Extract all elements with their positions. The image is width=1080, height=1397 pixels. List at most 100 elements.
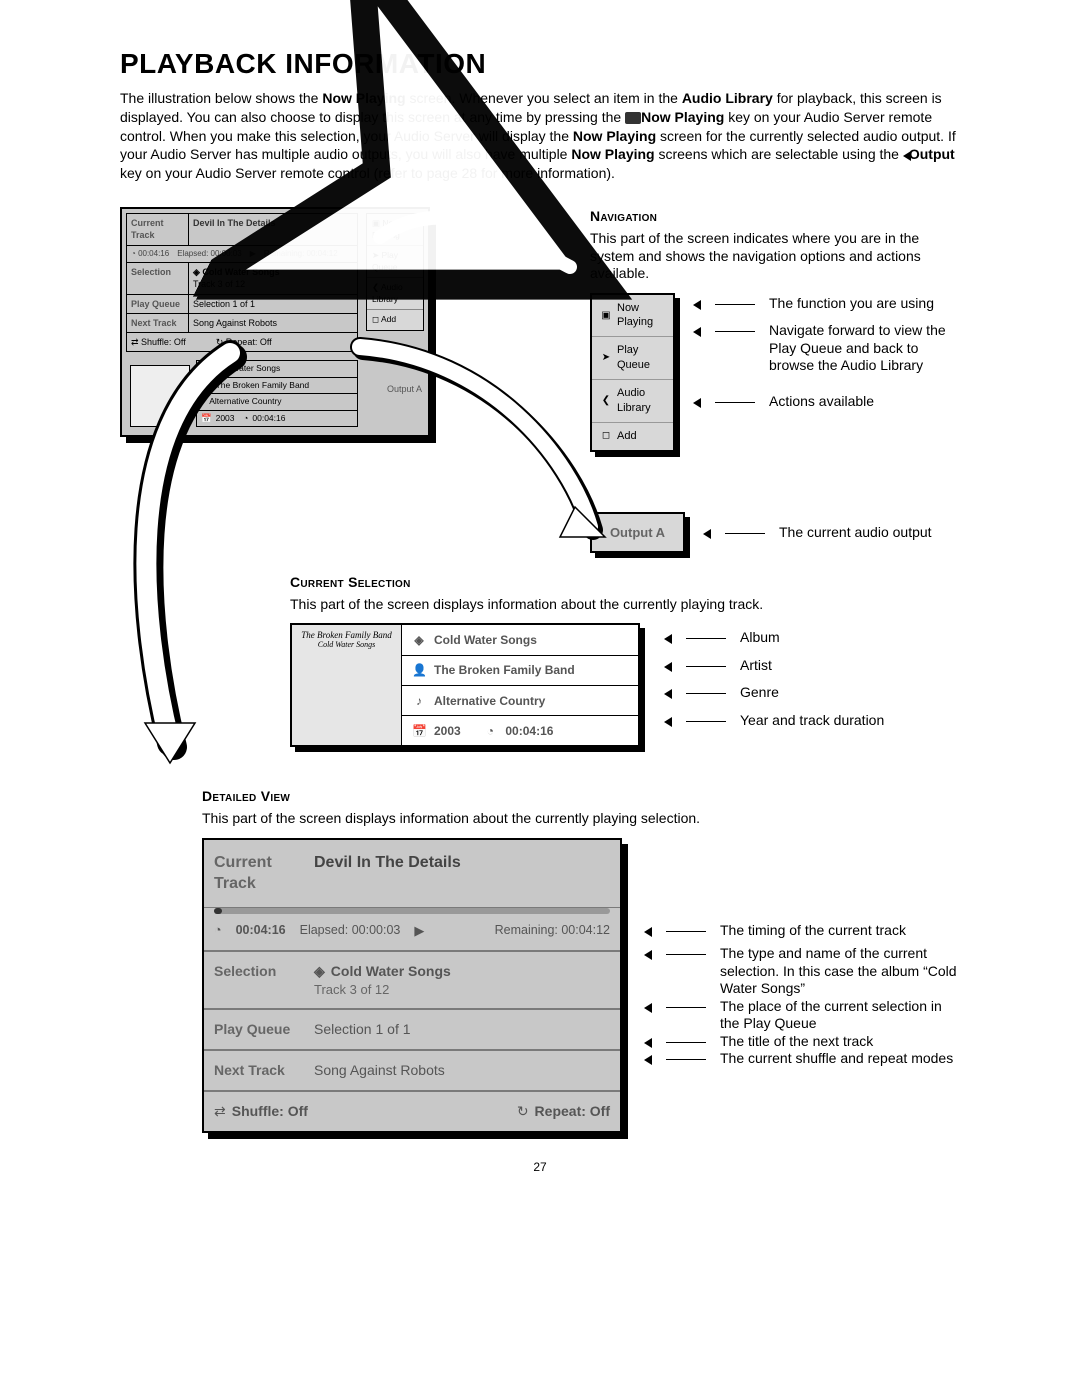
detail-current-value: Devil In The Details bbox=[304, 840, 620, 907]
sel-annotation: Year and track duration bbox=[740, 712, 884, 730]
leader-line bbox=[715, 393, 755, 403]
detailed-view-heading: Detailed View bbox=[202, 787, 960, 806]
sel-annotation: Album bbox=[740, 629, 884, 647]
leader-line bbox=[715, 322, 755, 332]
mini-detail-rows: ◈ Cold Water Songs 👤 The Broken Family B… bbox=[196, 360, 358, 427]
intro-bold: Audio Library bbox=[682, 90, 773, 106]
nav-item-label: Library bbox=[617, 402, 651, 414]
leader-line bbox=[686, 657, 726, 667]
mini-sidebar: ▣ NowPlaying ➤ PlayQueue ❮ AudioLibrary … bbox=[366, 213, 424, 330]
navigation-heading: Navigation bbox=[590, 207, 960, 226]
leader-arrow-icon bbox=[644, 1055, 652, 1065]
mini-d-artist: The Broken Family Band bbox=[216, 380, 310, 391]
leader-line bbox=[666, 998, 706, 1008]
page-title: PLAYBACK INFORMATION bbox=[120, 45, 960, 83]
detail-annotation: The place of the current selection in th… bbox=[720, 998, 960, 1033]
nav-item-label: Play bbox=[617, 344, 638, 356]
detail-sel-label: Selection bbox=[204, 952, 304, 1008]
detail-annotation: The type and name of the current selecti… bbox=[720, 945, 960, 998]
mini-next-label: Next Track bbox=[127, 314, 189, 332]
intro-text: The illustration below shows the bbox=[120, 90, 322, 106]
mini-shuffle: Shuffle: Off bbox=[141, 337, 186, 347]
detail-next-label: Next Track bbox=[204, 1051, 304, 1090]
play-icon: ▶ bbox=[414, 922, 424, 940]
leader-arrow-icon bbox=[644, 1003, 652, 1013]
leader-arrow-icon bbox=[664, 689, 672, 699]
intro-text: screens which are selectable using the bbox=[655, 146, 903, 162]
mini-album-art bbox=[130, 365, 190, 427]
sel-artist: The Broken Family Band bbox=[434, 662, 575, 678]
intro-bold: Now Playing bbox=[571, 146, 654, 162]
leader-arrow-icon bbox=[693, 398, 701, 408]
mini-current-value: Devil In The Details bbox=[189, 214, 357, 244]
sel-year: 2003 bbox=[434, 723, 461, 739]
nav-item-label: Audio bbox=[617, 387, 645, 399]
mini-total: 00:04:16 bbox=[138, 249, 169, 258]
leader-arrow-icon bbox=[703, 529, 711, 539]
intro-bold: Now Playing bbox=[641, 109, 724, 125]
mini-sel-track: Track 3 of 12 bbox=[193, 278, 353, 290]
play-queue-icon: ➤ bbox=[600, 351, 612, 365]
detail-pq-label: Play Queue bbox=[204, 1010, 304, 1049]
detail-repeat: Repeat: Off bbox=[535, 1102, 610, 1121]
clock-icon: ◔ bbox=[214, 922, 222, 939]
duration-icon: ◔ bbox=[483, 723, 497, 739]
mini-d-year: 2003 bbox=[216, 413, 235, 424]
mini-sel-album: Cold Water Songs bbox=[202, 267, 279, 277]
leader-line bbox=[666, 922, 706, 932]
add-icon: ◻ bbox=[600, 429, 612, 443]
leader-line bbox=[666, 1033, 706, 1043]
page-number: 27 bbox=[120, 1159, 960, 1175]
navigation-desc: This part of the screen indicates where … bbox=[590, 230, 960, 283]
detail-sel-value: Cold Water Songs bbox=[331, 962, 451, 981]
leader-line bbox=[666, 945, 706, 955]
selection-panel: The Broken Family Band Cold Water Songs … bbox=[290, 623, 640, 747]
genre-icon: ♪ bbox=[412, 693, 426, 709]
nav-item-label: Queue bbox=[617, 359, 650, 371]
sel-genre: Alternative Country bbox=[434, 693, 545, 709]
mini-output: Output A bbox=[387, 383, 422, 395]
leader-arrow-icon bbox=[644, 927, 652, 937]
album-art-subtitle: Cold Water Songs bbox=[298, 641, 395, 650]
sel-annotation: Genre bbox=[740, 684, 884, 702]
mini-d-album: Cold Water Songs bbox=[212, 363, 281, 374]
year-icon: 📅 bbox=[412, 723, 426, 739]
mini-next-value: Song Against Robots bbox=[189, 314, 357, 332]
album-art: The Broken Family Band Cold Water Songs bbox=[292, 625, 402, 745]
intro-text: key on your Audio Server remote control … bbox=[120, 165, 615, 181]
mini-elapsed: Elapsed: 00:00:03 bbox=[177, 249, 242, 260]
leader-line bbox=[715, 295, 755, 305]
intro-bold: Output bbox=[909, 146, 955, 162]
now-playing-miniature: Current Track Devil In The Details ◔ 00:… bbox=[120, 207, 430, 437]
nav-panel-callout: ▣NowPlaying ➤PlayQueue ❮AudioLibrary ◻Ad… bbox=[590, 293, 675, 452]
current-selection-heading: Current Selection bbox=[290, 573, 960, 592]
leader-arrow-icon bbox=[693, 327, 701, 337]
repeat-icon: ↻ bbox=[517, 1102, 529, 1121]
nav-annotation: Navigate forward to view the Play Queue … bbox=[769, 322, 960, 375]
intro-text: screen. Whenever you select an item in t… bbox=[406, 90, 682, 106]
detail-sel-sub: Track 3 of 12 bbox=[314, 981, 610, 999]
artist-icon: 👤 bbox=[412, 662, 426, 678]
leader-line bbox=[725, 524, 765, 534]
leader-line bbox=[686, 684, 726, 694]
mini-pq-label: Play Queue bbox=[127, 295, 189, 313]
intro-paragraph: The illustration below shows the Now Pla… bbox=[120, 89, 960, 183]
audio-library-icon: ❮ bbox=[600, 394, 612, 408]
mini-repeat: Repeat: Off bbox=[226, 337, 272, 347]
mini-d-dur: 00:04:16 bbox=[252, 413, 285, 424]
leader-arrow-icon bbox=[664, 634, 672, 644]
detail-elapsed: Elapsed: 00:00:03 bbox=[300, 922, 401, 939]
progress-bar bbox=[214, 908, 610, 914]
detail-annotation: The timing of the current track bbox=[720, 922, 960, 940]
detailed-panel: Current Track Devil In The Details ◔ 00:… bbox=[202, 838, 622, 1133]
detail-annotation: The current shuffle and repeat modes bbox=[720, 1050, 960, 1068]
leader-line bbox=[686, 629, 726, 639]
detailed-view-desc: This part of the screen displays informa… bbox=[202, 810, 960, 828]
leader-arrow-icon bbox=[693, 300, 701, 310]
nav-item-label: Now bbox=[617, 302, 639, 314]
detail-shuffle: Shuffle: Off bbox=[232, 1102, 308, 1121]
detail-current-label: Current Track bbox=[204, 840, 304, 907]
current-selection-desc: This part of the screen displays informa… bbox=[290, 596, 960, 614]
leader-line bbox=[666, 1050, 706, 1060]
sel-duration: 00:04:16 bbox=[505, 723, 553, 739]
